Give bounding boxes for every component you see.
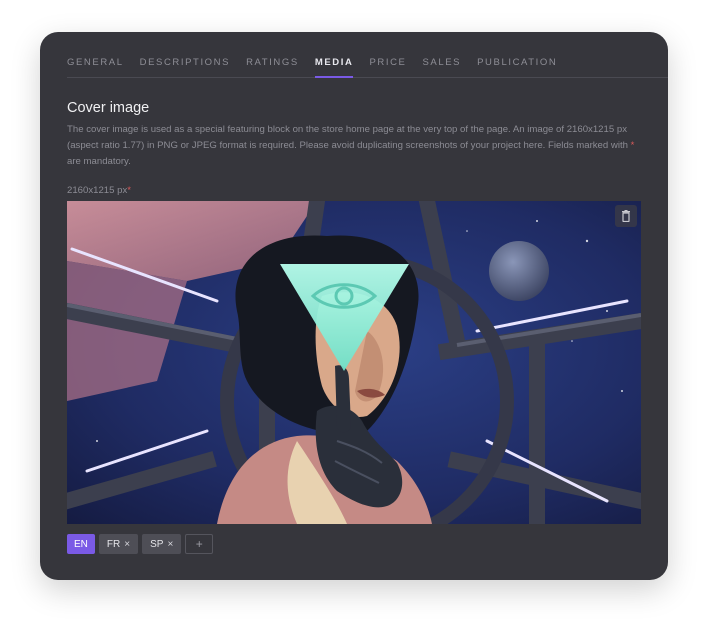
tab-sales[interactable]: SALES xyxy=(422,52,461,72)
plus-icon: + xyxy=(195,537,203,551)
required-mark: * xyxy=(630,140,635,151)
language-code: SP xyxy=(150,538,164,550)
language-code: FR xyxy=(106,538,121,550)
section-description: The cover image is used as a special fea… xyxy=(67,122,643,170)
size-required-mark: * xyxy=(127,185,132,196)
language-selector: EN FR × SP × + xyxy=(67,534,214,554)
close-icon[interactable]: × xyxy=(167,539,173,550)
cover-artwork xyxy=(67,201,641,524)
tab-bar: GENERAL DESCRIPTIONS RATINGS MEDIA PRICE… xyxy=(67,52,668,78)
tab-publication[interactable]: PUBLICATION xyxy=(477,52,557,72)
cover-image-card: GENERAL DESCRIPTIONS RATINGS MEDIA PRICE… xyxy=(40,32,668,580)
close-icon[interactable]: × xyxy=(124,539,130,550)
tab-general[interactable]: GENERAL xyxy=(67,52,124,72)
image-size-label: 2160x1215 px* xyxy=(67,185,131,196)
description-text: The cover image is used as a special fea… xyxy=(67,124,631,151)
language-code: EN xyxy=(74,538,88,550)
language-tab-fr[interactable]: FR × xyxy=(98,534,139,554)
tab-media[interactable]: MEDIA xyxy=(314,52,354,78)
tab-descriptions[interactable]: DESCRIPTIONS xyxy=(140,52,230,72)
tab-price[interactable]: PRICE xyxy=(369,52,406,72)
trash-icon xyxy=(621,210,631,222)
size-label-text: 2160x1215 px xyxy=(67,185,128,196)
description-text-end: are mandatory. xyxy=(67,156,131,167)
tab-ratings[interactable]: RATINGS xyxy=(246,52,299,72)
delete-image-button[interactable] xyxy=(615,205,637,227)
add-language-button[interactable]: + xyxy=(185,534,214,554)
language-tab-sp[interactable]: SP × xyxy=(142,534,182,554)
cover-image-preview[interactable] xyxy=(67,201,641,524)
section-title: Cover image xyxy=(67,100,150,116)
language-tab-en[interactable]: EN xyxy=(67,534,95,554)
